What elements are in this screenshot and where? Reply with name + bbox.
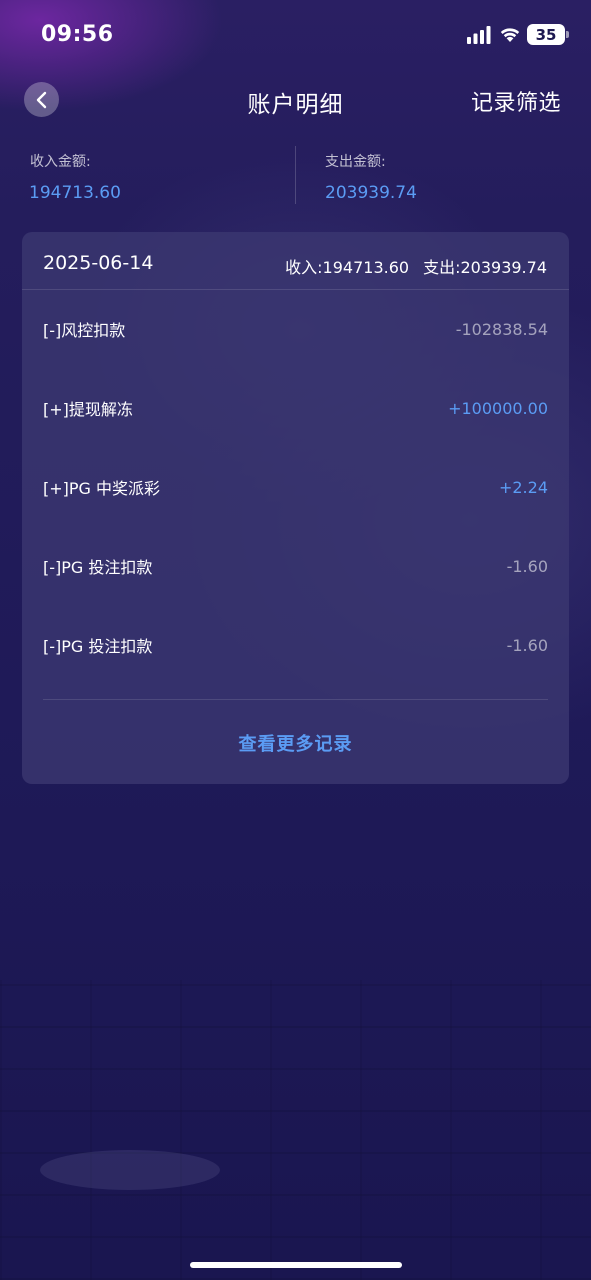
record-row[interactable]: [-]PG 投注扣款 -1.60	[43, 625, 548, 665]
summary-divider	[295, 146, 296, 204]
wifi-icon	[500, 28, 520, 42]
expense-value: 203939.74	[325, 183, 417, 203]
record-filter-button[interactable]: 记录筛选	[471, 85, 561, 117]
record-row[interactable]: [-]风控扣款 -102838.54	[43, 309, 548, 349]
home-indicator[interactable]	[190, 1262, 402, 1268]
record-label: [-]PG 投注扣款	[43, 637, 153, 656]
record-label: [-]PG 投注扣款	[43, 558, 153, 577]
record-amount: +2.24	[498, 477, 548, 497]
record-label: [+]提现解冻	[43, 400, 133, 419]
background-stone-wall	[0, 980, 591, 1280]
record-amount: -1.60	[506, 556, 548, 576]
card-date: 2025-06-14	[43, 252, 154, 274]
record-amount: +100000.00	[448, 398, 548, 418]
record-row[interactable]: [+]提现解冻 +100000.00	[43, 388, 548, 428]
record-label: [-]风控扣款	[43, 321, 126, 340]
background-cauldron	[40, 1150, 220, 1190]
status-bar: 09:56 35	[0, 0, 591, 70]
battery-level: 35	[535, 25, 557, 44]
record-label: [+]PG 中奖派彩	[43, 479, 161, 498]
battery-nub	[566, 31, 569, 38]
daily-records-card: 2025-06-14 收入:194713.60 支出:203939.74 [-]…	[22, 232, 569, 784]
record-amount: -102838.54	[455, 319, 548, 339]
income-value: 194713.60	[29, 183, 121, 203]
battery-icon: 35	[527, 24, 565, 45]
record-row[interactable]: [+]PG 中奖派彩 +2.24	[43, 467, 548, 507]
expense-label: 支出金额:	[325, 154, 386, 170]
card-divider	[43, 699, 548, 700]
status-time: 09:56	[41, 22, 114, 47]
signal-icon	[467, 26, 491, 44]
card-totals: 收入:194713.60 支出:203939.74	[285, 254, 547, 278]
card-income-total: 收入:194713.60	[285, 258, 410, 277]
income-label: 收入金额:	[30, 154, 91, 170]
record-row[interactable]: [-]PG 投注扣款 -1.60	[43, 546, 548, 586]
card-expense-total: 支出:203939.74	[423, 258, 547, 277]
card-header: 2025-06-14 收入:194713.60 支出:203939.74	[22, 232, 569, 290]
view-more-records-button[interactable]: 查看更多记录	[22, 730, 569, 756]
record-amount: -1.60	[506, 635, 548, 655]
